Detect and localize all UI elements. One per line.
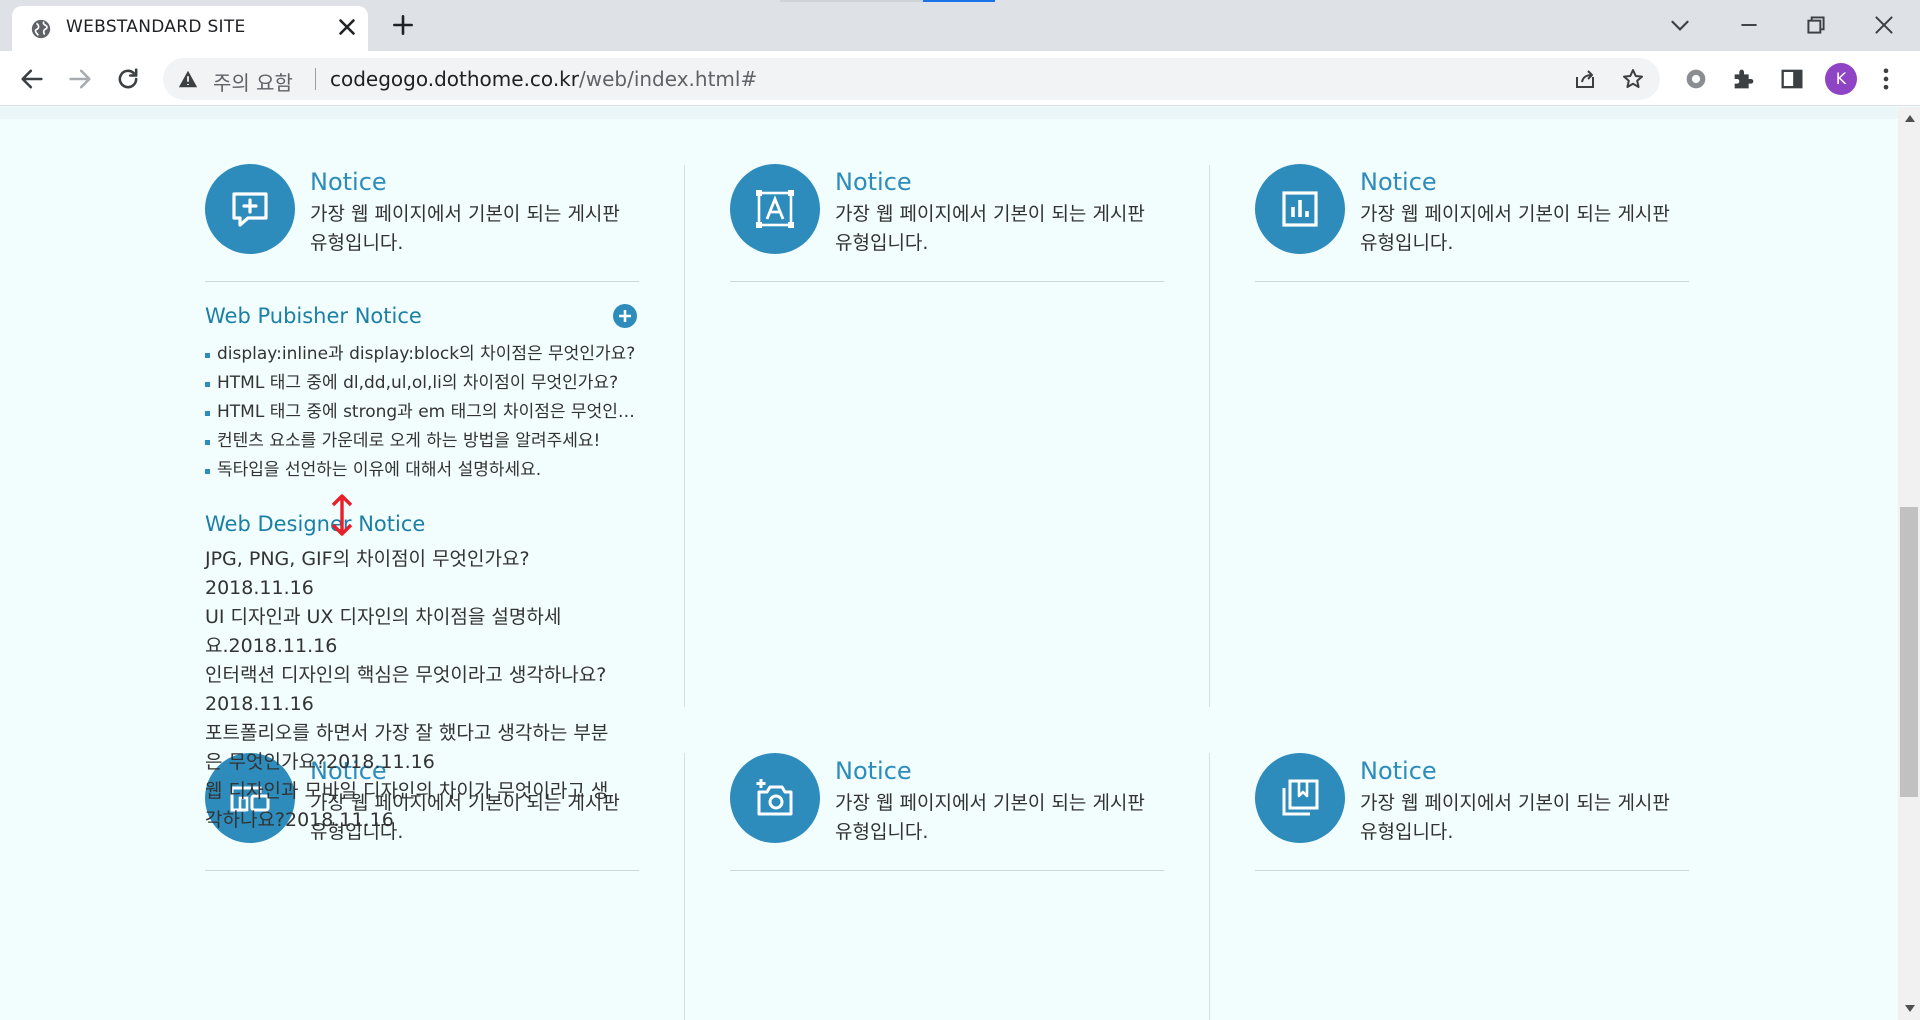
- list-item[interactable]: JPG, PNG, GIF의 차이점이 무엇인가요?2018.11.16: [205, 545, 625, 603]
- url-path: /web/index.html#: [578, 67, 758, 91]
- designer-notice-title[interactable]: Web Designer Notice: [205, 512, 625, 536]
- list-item[interactable]: HTML 태그 중에 dl,dd,ul,ol,li의 차이점이 무엇인가요?: [205, 369, 639, 398]
- forward-arrow-icon[interactable]: [66, 65, 94, 93]
- notice-card[interactable]: Notice 가장 웹 페이지에서 기본이 되는 게시판 유형입니다.: [730, 164, 1164, 282]
- address-bar[interactable]: 주의 요함 codegogo.dothome.co.kr/web/index.h…: [163, 58, 1660, 100]
- notice-description: 가장 웹 페이지에서 기본이 되는 게시판 유형입니다.: [1360, 792, 1670, 843]
- column-divider: [684, 165, 685, 707]
- notice-description: 가장 웹 페이지에서 기본이 되는 게시판 유형입니다.: [835, 203, 1145, 254]
- notice-card[interactable]: Notice 가장 웹 페이지에서 기본이 되는 게시판 유형입니다.: [730, 753, 1164, 871]
- notice-title[interactable]: Notice: [1360, 168, 1437, 196]
- list-item[interactable]: HTML 태그 중에 strong과 em 태그의 차이점은 무엇인가요?: [205, 398, 639, 427]
- notice-description: 가장 웹 페이지에서 기본이 되는 게시판 유형입니다.: [310, 203, 620, 254]
- list-item[interactable]: display:inline과 display:block의 차이점은 무엇인가…: [205, 340, 639, 369]
- designer-notice-list: JPG, PNG, GIF의 차이점이 무엇인가요?2018.11.16 UI …: [205, 545, 625, 835]
- browser-toolbar: 주의 요함 codegogo.dothome.co.kr/web/index.h…: [0, 51, 1920, 106]
- close-icon[interactable]: [334, 14, 360, 40]
- notice-icon-circle: [205, 164, 295, 254]
- tab-strip-indicator-active: [923, 0, 995, 2]
- security-status[interactable]: 주의 요함: [213, 67, 293, 96]
- bar-chart-icon: [1282, 191, 1318, 227]
- side-panel-icon[interactable]: [1778, 65, 1806, 93]
- extensions-puzzle-icon[interactable]: [1730, 65, 1758, 93]
- tab-strip: WEBSTANDARD SITE: [0, 0, 1920, 51]
- list-item[interactable]: 컨텐츠 요소를 가운데로 오게 하는 방법을 알려주세요!: [205, 427, 639, 456]
- scrollbar-thumb[interactable]: [1900, 507, 1918, 797]
- bookmark-stack-icon: [1282, 779, 1319, 816]
- window-close-icon[interactable]: [1871, 12, 1897, 38]
- column-divider: [1209, 753, 1210, 1020]
- list-item[interactable]: 인터랙션 디자인의 핵심은 무엇이라고 생각하나요?2018.11.16: [205, 661, 625, 719]
- column-divider: [684, 753, 685, 1020]
- publisher-notice-list: display:inline과 display:block의 차이점은 무엇인가…: [205, 340, 639, 485]
- reload-icon[interactable]: [114, 65, 142, 93]
- profile-avatar[interactable]: K: [1825, 63, 1857, 95]
- text-frame-icon: [756, 190, 794, 228]
- notice-description: 가장 웹 페이지에서 기본이 되는 게시판 유형입니다.: [1360, 203, 1670, 254]
- bookmark-star-icon[interactable]: [1621, 67, 1645, 91]
- notice-title[interactable]: Notice: [1360, 757, 1437, 785]
- back-arrow-icon[interactable]: [18, 65, 46, 93]
- warning-icon[interactable]: [177, 68, 199, 90]
- chat-plus-icon: [232, 192, 268, 227]
- browser-tab[interactable]: WEBSTANDARD SITE: [12, 6, 368, 51]
- resize-cursor-icon: [331, 494, 353, 536]
- list-item[interactable]: 웹 디자인과 모바일 디자인의 차이가 무엇이라고 생각하나요?2018.11.…: [205, 777, 625, 835]
- camera-plus-icon: [756, 779, 793, 816]
- restore-icon[interactable]: [1803, 12, 1829, 38]
- notice-icon-circle: [1255, 164, 1345, 254]
- publisher-notice-title[interactable]: Web Pubisher Notice: [205, 304, 422, 328]
- plus-circle-icon[interactable]: [613, 304, 637, 328]
- chevron-down-icon[interactable]: [1667, 12, 1693, 38]
- globe-icon: [31, 19, 51, 39]
- url-domain: codegogo.dothome.co.kr: [330, 67, 579, 91]
- address-separator: [315, 68, 316, 90]
- plus-icon[interactable]: [390, 12, 416, 38]
- notice-card[interactable]: Notice 가장 웹 페이지에서 기본이 되는 게시판 유형입니다.: [1255, 164, 1689, 282]
- list-item[interactable]: 독타입을 선언하는 이유에 대해서 설명하세요.: [205, 456, 639, 485]
- notice-title[interactable]: Notice: [835, 757, 912, 785]
- notice-icon-circle: [1255, 753, 1345, 843]
- tab-title: WEBSTANDARD SITE: [66, 17, 246, 37]
- minimize-icon[interactable]: [1736, 12, 1762, 38]
- notice-card[interactable]: Notice 가장 웹 페이지에서 기본이 되는 게시판 유형입니다.: [205, 164, 639, 282]
- page-content: Notice 가장 웹 페이지에서 기본이 되는 게시판 유형입니다. Noti…: [0, 107, 1898, 1020]
- extension-gear-icon[interactable]: [1682, 65, 1710, 93]
- share-icon[interactable]: [1573, 67, 1597, 91]
- more-menu-icon[interactable]: [1872, 65, 1900, 93]
- vertical-scrollbar[interactable]: [1898, 107, 1920, 1020]
- column-divider: [1209, 165, 1210, 707]
- notice-title[interactable]: Notice: [835, 168, 912, 196]
- designer-notice-panel: Web Designer Notice JPG, PNG, GIF의 차이점이 …: [205, 512, 625, 835]
- scroll-down-arrow[interactable]: [1905, 1005, 1915, 1012]
- notice-icon-circle: [730, 753, 820, 843]
- notice-title[interactable]: Notice: [310, 168, 387, 196]
- notice-description: 가장 웹 페이지에서 기본이 되는 게시판 유형입니다.: [835, 792, 1145, 843]
- url-text[interactable]: codegogo.dothome.co.kr/web/index.html#: [330, 67, 757, 91]
- notice-card[interactable]: Notice 가장 웹 페이지에서 기본이 되는 게시판 유형입니다.: [1255, 753, 1689, 871]
- notice-icon-circle: [730, 164, 820, 254]
- scroll-up-arrow[interactable]: [1905, 115, 1915, 122]
- list-item[interactable]: UI 디자인과 UX 디자인의 차이점을 설명하세요.2018.11.16: [205, 603, 625, 661]
- list-item[interactable]: 포트폴리오를 하면서 가장 잘 했다고 생각하는 부분은 무엇인가요?2018.…: [205, 719, 625, 777]
